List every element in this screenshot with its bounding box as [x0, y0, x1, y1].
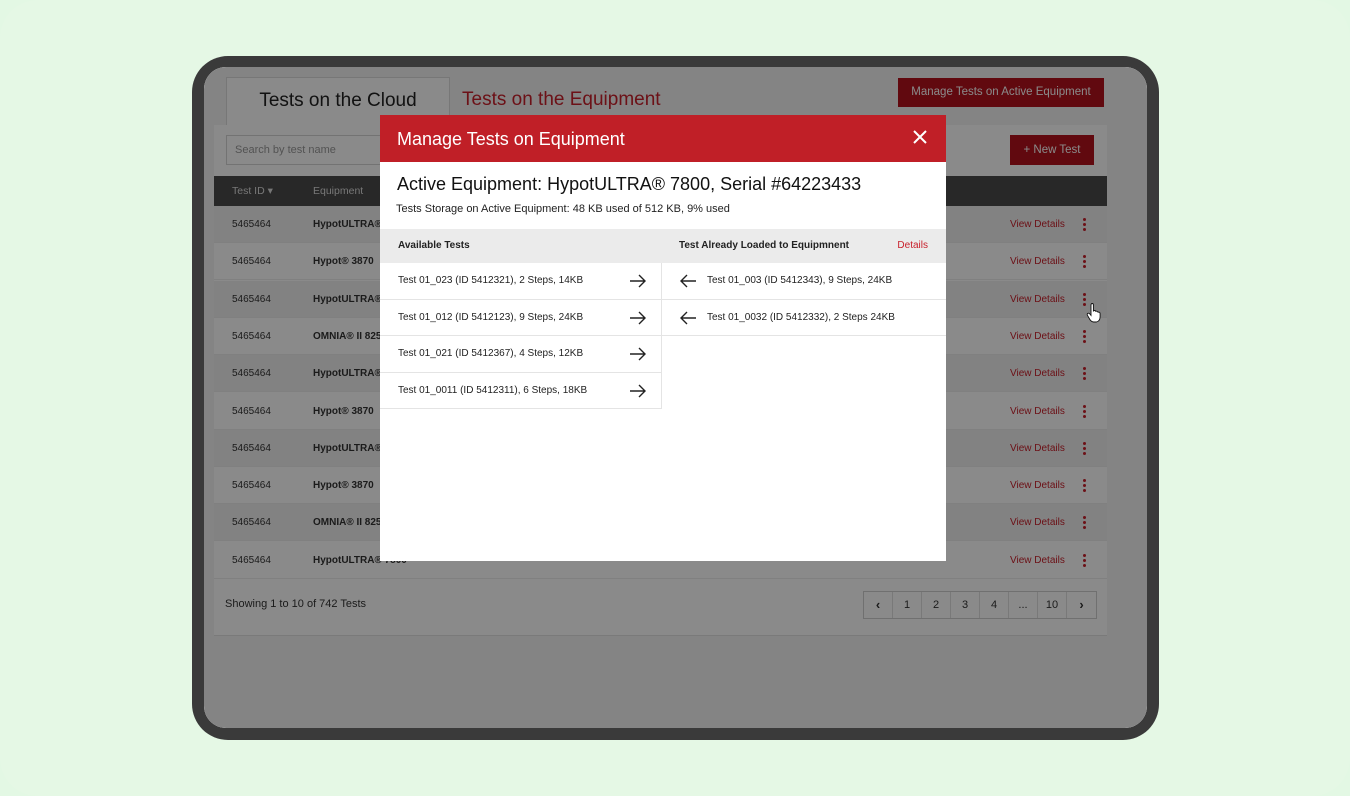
- tablet-frame: Tests on the Cloud Tests on the Equipmen…: [192, 56, 1159, 740]
- loaded-test-label: Test 01_003 (ID 5412343), 9 Steps, 24KB: [707, 275, 893, 286]
- available-test-label: Test 01_012 (ID 5412123), 9 Steps, 24KB: [398, 311, 584, 323]
- available-tests-header: Available Tests: [380, 229, 662, 263]
- available-test-item: Test 01_021 (ID 5412367), 4 Steps, 12KB: [380, 336, 662, 373]
- manage-tests-modal: Manage Tests on Equipment Active Equipme…: [380, 115, 946, 561]
- active-equipment-title: Active Equipment: HypotULTRA® 7800, Seri…: [397, 174, 862, 194]
- loaded-tests-list: Test 01_003 (ID 5412343), 9 Steps, 24KB …: [662, 263, 946, 336]
- available-test-label: Test 01_021 (ID 5412367), 4 Steps, 12KB: [398, 348, 584, 359]
- app-view: Tests on the Cloud Tests on the Equipmen…: [204, 67, 1147, 728]
- background-card: Tests on the Cloud Tests on the Equipmen…: [0, 0, 1350, 796]
- arrow-right-icon[interactable]: [628, 383, 648, 399]
- modal-header: Manage Tests on Equipment: [380, 115, 946, 162]
- hand-cursor-icon: [1086, 303, 1101, 323]
- modal-title: Manage Tests on Equipment: [397, 129, 625, 149]
- available-test-label: Test 01_0011 (ID 5412311), 6 Steps, 18KB: [398, 384, 588, 396]
- arrow-left-icon[interactable]: [678, 310, 698, 326]
- loaded-test-item: Test 01_0032 (ID 5412332), 2 Steps 24KB: [662, 300, 946, 336]
- tablet-screen: Tests on the Cloud Tests on the Equipmen…: [204, 67, 1147, 728]
- loaded-test-item: Test 01_003 (ID 5412343), 9 Steps, 24KB: [662, 263, 946, 300]
- arrow-left-icon[interactable]: [678, 273, 698, 289]
- available-test-label: Test 01_023 (ID 5412321), 2 Steps, 14KB: [398, 275, 584, 286]
- storage-info: Tests Storage on Active Equipment: 48 KB…: [396, 203, 730, 215]
- arrow-right-icon[interactable]: [628, 310, 648, 326]
- loaded-test-label: Test 01_0032 (ID 5412332), 2 Steps 24KB: [707, 311, 895, 323]
- close-icon[interactable]: [908, 125, 932, 149]
- details-link[interactable]: Details: [897, 229, 928, 263]
- loaded-tests-header-label: Test Already Loaded to Equipmnent: [679, 240, 850, 251]
- arrow-right-icon[interactable]: [628, 273, 648, 289]
- available-test-item: Test 01_0011 (ID 5412311), 6 Steps, 18KB: [380, 373, 662, 409]
- loaded-tests-header: Test Already Loaded to Equipmnent Detail…: [662, 229, 946, 263]
- arrow-right-icon[interactable]: [628, 346, 648, 362]
- available-test-item: Test 01_023 (ID 5412321), 2 Steps, 14KB: [380, 263, 662, 300]
- available-tests-list: Test 01_023 (ID 5412321), 2 Steps, 14KB …: [380, 263, 662, 409]
- available-test-item: Test 01_012 (ID 5412123), 9 Steps, 24KB: [380, 300, 662, 336]
